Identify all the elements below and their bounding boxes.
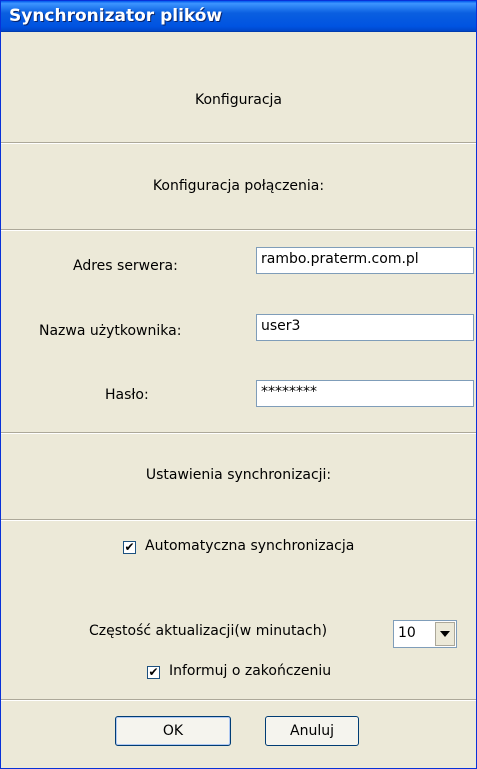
notify-checkbox[interactable]: ✔ (147, 666, 160, 679)
config-heading: Konfiguracja (194, 92, 282, 108)
sync-heading: Ustawienia synchronizacji: (145, 467, 332, 483)
cancel-button[interactable]: Anuluj (265, 716, 359, 746)
connection-heading: Konfiguracja połączenia: (152, 178, 325, 194)
dialog-window: Synchronizator plików Konfiguracja Konfi… (0, 0, 477, 769)
frequency-value: 10 (398, 625, 416, 641)
frequency-select[interactable]: 10 (393, 620, 457, 648)
server-address-input[interactable]: rambo.praterm.com.pl (256, 247, 474, 274)
frequency-label: Częstość aktualizacji(w minutach) (89, 623, 328, 639)
window-title: Synchronizator plików (9, 6, 223, 26)
password-label: Hasło: (105, 387, 149, 403)
password-input[interactable]: ******** (256, 380, 474, 407)
username-label: Nazwa użytkownika: (39, 323, 182, 339)
divider (1, 142, 476, 144)
server-label: Adres serwera: (73, 258, 178, 274)
notify-label[interactable]: Informuj o zakończeniu (169, 663, 331, 679)
divider (1, 699, 476, 701)
dropdown-arrow-button[interactable] (435, 622, 455, 646)
title-bar[interactable]: Synchronizator plików (1, 1, 476, 32)
ok-button[interactable]: OK (115, 716, 231, 746)
auto-sync-checkbox[interactable]: ✔ (123, 541, 136, 554)
divider (1, 519, 476, 521)
divider (1, 432, 476, 434)
auto-sync-label[interactable]: Automatyczna synchronizacja (145, 538, 354, 554)
username-input[interactable]: user3 (256, 314, 474, 341)
divider (1, 229, 476, 231)
checkmark-icon: ✔ (124, 540, 135, 554)
chevron-down-icon (440, 631, 450, 637)
checkmark-icon: ✔ (148, 665, 159, 679)
